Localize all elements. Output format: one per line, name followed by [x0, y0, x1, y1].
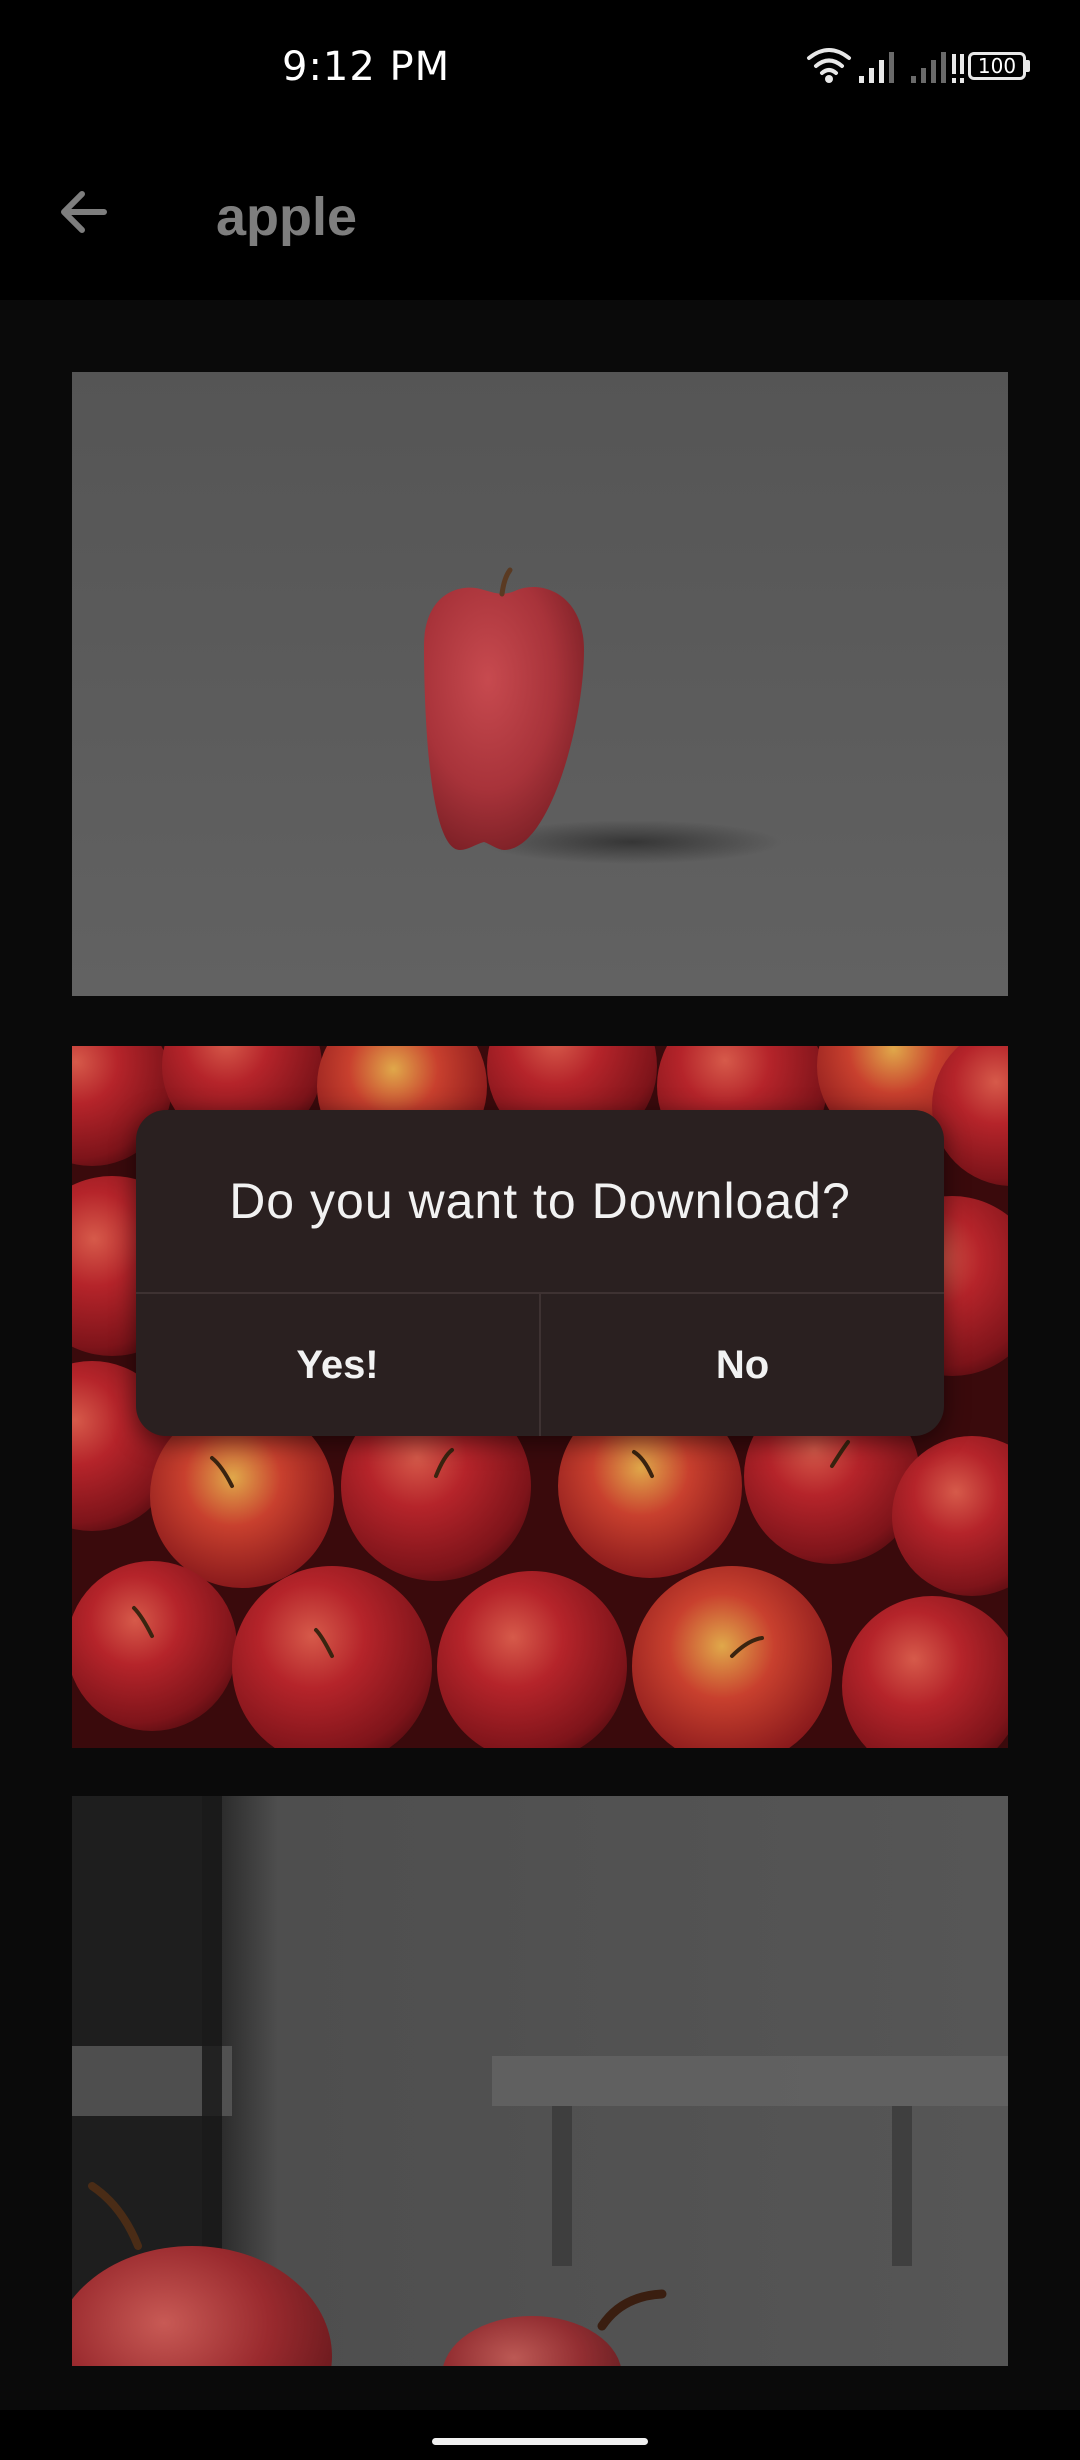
status-time: 9:12 PM [282, 44, 451, 90]
wifi-icon [807, 48, 851, 83]
status-bar: 9:12 PM 100 [0, 0, 1080, 140]
signal-icon [911, 52, 964, 83]
navigation-bar [0, 2410, 1080, 2460]
yes-button[interactable]: Yes! [136, 1294, 539, 1436]
no-button[interactable]: No [541, 1294, 944, 1436]
signal-icon [859, 52, 894, 83]
apples-table-image [72, 1796, 1008, 2366]
dialog-title: Do you want to Download? [229, 1173, 851, 1229]
image-card[interactable] [72, 372, 1008, 996]
battery-tip [1026, 60, 1030, 72]
page-title: apple [216, 187, 358, 247]
battery-icon: 100 [968, 52, 1026, 80]
apple-image [72, 372, 1008, 996]
download-dialog: Do you want to Download? Yes! No [136, 1110, 944, 1436]
image-card[interactable] [72, 1796, 1008, 2366]
app-bar: apple [0, 140, 1080, 300]
arrow-back-icon[interactable] [52, 180, 116, 244]
home-gesture-handle[interactable] [432, 2438, 648, 2445]
